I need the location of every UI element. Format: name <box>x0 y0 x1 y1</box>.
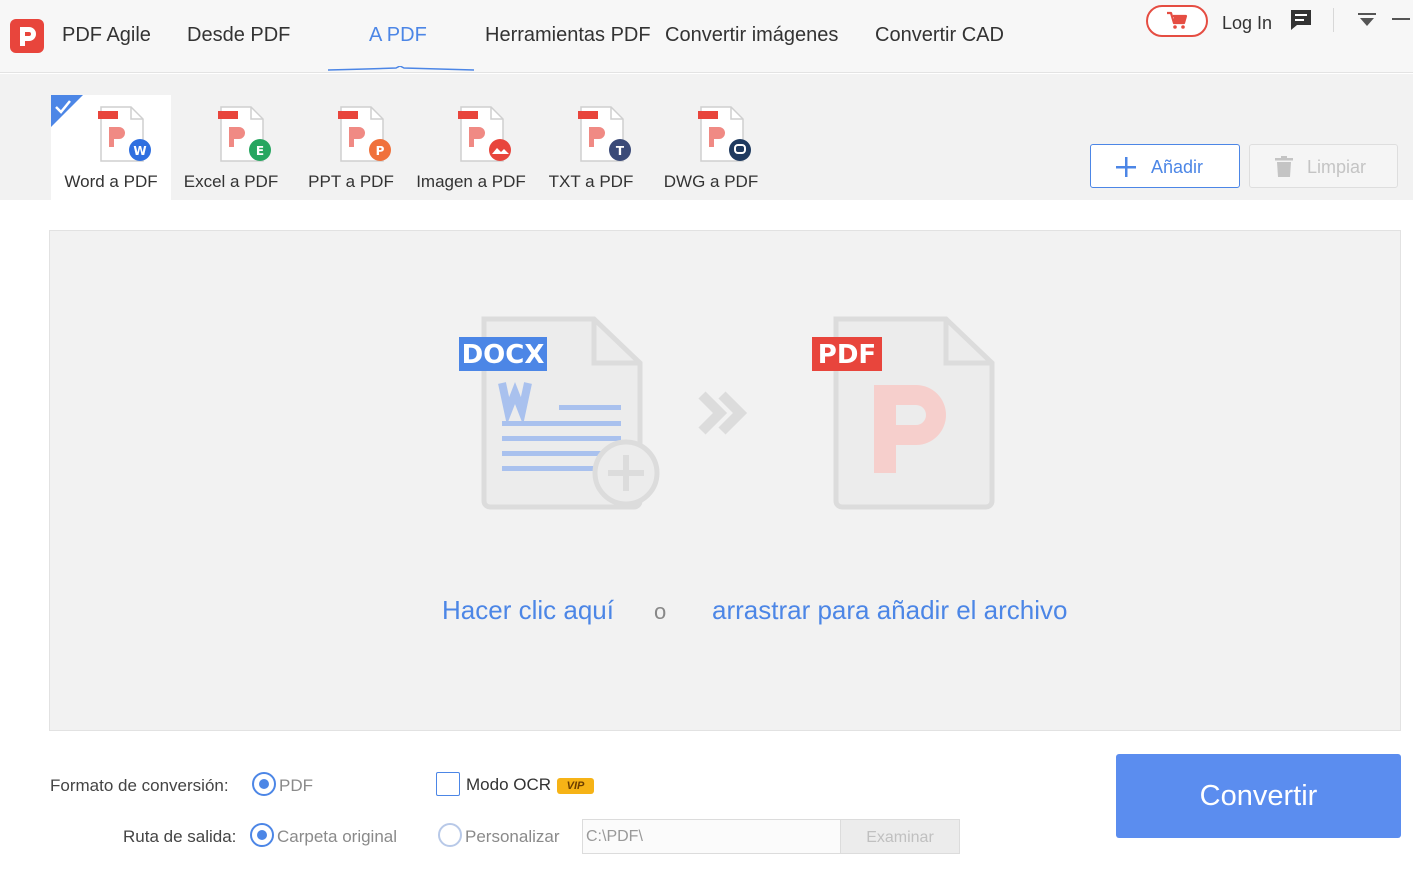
tool-label: Imagen a PDF <box>416 172 526 191</box>
tool-label: PPT a PDF <box>308 172 394 191</box>
svg-text:T: T <box>616 144 625 158</box>
drag-hint-text: arrastrar para añadir el archivo <box>712 595 1068 625</box>
clear-button-label: Limpiar <box>1307 157 1367 177</box>
svg-text:P: P <box>376 144 385 158</box>
svg-text:DOCX: DOCX <box>462 340 545 370</box>
tool-excel-to-pdf[interactable]: E Excel a PDF <box>171 95 291 200</box>
shopping-cart-button[interactable] <box>1146 5 1208 37</box>
tool-label: DWG a PDF <box>663 172 759 191</box>
conversion-tools-bar: W Word a PDF E Excel a PDF P PPT a PDF Imagen … <box>0 74 1413 200</box>
output-original-radio[interactable] <box>250 823 274 847</box>
file-drop-zone[interactable]: DOCX PDF Hacer clic aquí o arrastrar par… <box>49 230 1401 731</box>
output-original-label: Carpeta original <box>277 827 398 846</box>
output-custom-label: Personalizar <box>465 827 560 846</box>
ppt-to-pdf-icon: P <box>338 106 391 162</box>
active-tab-indicator <box>328 66 474 71</box>
ocr-mode-label: Modo OCR <box>466 775 552 794</box>
selected-check-icon <box>51 95 83 127</box>
ocr-mode-checkbox[interactable] <box>436 772 460 796</box>
plus-icon <box>1116 157 1136 177</box>
txt-to-pdf-icon: T <box>578 106 631 162</box>
app-logo-icon <box>10 19 44 53</box>
tool-txt-to-pdf[interactable]: T TXT a PDF <box>531 95 651 200</box>
tool-word-to-pdf[interactable]: W Word a PDF <box>51 95 171 200</box>
top-navigation-bar: PDF Agile Desde PDF A PDF Herramientas P… <box>0 0 1413 73</box>
format-label: Formato de conversión: <box>50 776 229 795</box>
tab-convertir-cad[interactable]: Convertir CAD <box>875 24 1004 47</box>
clear-button[interactable]: Limpiar <box>1249 144 1398 188</box>
message-icon[interactable] <box>1290 9 1312 31</box>
word-to-pdf-icon: W <box>98 106 151 162</box>
dropdown-menu-icon[interactable] <box>1357 12 1377 28</box>
svg-text:W: W <box>133 144 146 158</box>
output-path-input[interactable]: C:\PDF\ <box>582 819 841 854</box>
app-name: PDF Agile <box>62 24 151 46</box>
excel-to-pdf-icon: E <box>218 106 271 162</box>
tool-image-to-pdf[interactable]: Imagen a PDF <box>411 95 531 200</box>
output-custom-radio[interactable] <box>438 823 462 847</box>
tool-label: Excel a PDF <box>183 172 279 191</box>
convert-button[interactable]: Convertir <box>1116 754 1401 838</box>
tab-convertir-imagenes[interactable]: Convertir imágenes <box>665 24 838 47</box>
tool-label: Word a PDF <box>64 172 158 191</box>
tool-label: TXT a PDF <box>548 172 634 191</box>
svg-text:E: E <box>256 144 264 158</box>
docx-to-pdf-illustration: DOCX PDF <box>459 316 995 510</box>
add-button-label: Añadir <box>1151 157 1204 177</box>
browse-button[interactable]: Examinar <box>840 819 960 854</box>
tool-dwg-to-pdf[interactable]: DWG a PDF <box>651 95 771 200</box>
format-pdf-radio[interactable] <box>252 772 276 796</box>
divider <box>1333 8 1334 32</box>
output-path-label: Ruta de salida: <box>123 827 237 846</box>
click-to-add-link[interactable]: Hacer clic aquí <box>442 595 614 626</box>
format-pdf-label: PDF <box>279 776 313 795</box>
cart-icon <box>1167 11 1188 29</box>
trash-icon <box>1275 156 1293 177</box>
login-link[interactable]: Log In <box>1222 13 1272 34</box>
tab-desde-pdf[interactable]: Desde PDF <box>187 24 290 47</box>
svg-text:PDF: PDF <box>818 340 876 370</box>
image-to-pdf-icon <box>458 106 511 162</box>
tool-ppt-to-pdf[interactable]: P PPT a PDF <box>291 95 411 200</box>
vip-badge: VIP <box>557 778 594 794</box>
tab-a-pdf[interactable]: A PDF <box>369 24 427 47</box>
add-file-button[interactable]: Añadir <box>1090 144 1240 188</box>
or-separator: o <box>654 599 667 624</box>
tab-herramientas-pdf[interactable]: Herramientas PDF <box>485 24 651 47</box>
minimize-icon[interactable] <box>1392 18 1410 20</box>
dwg-to-pdf-icon <box>698 106 751 162</box>
